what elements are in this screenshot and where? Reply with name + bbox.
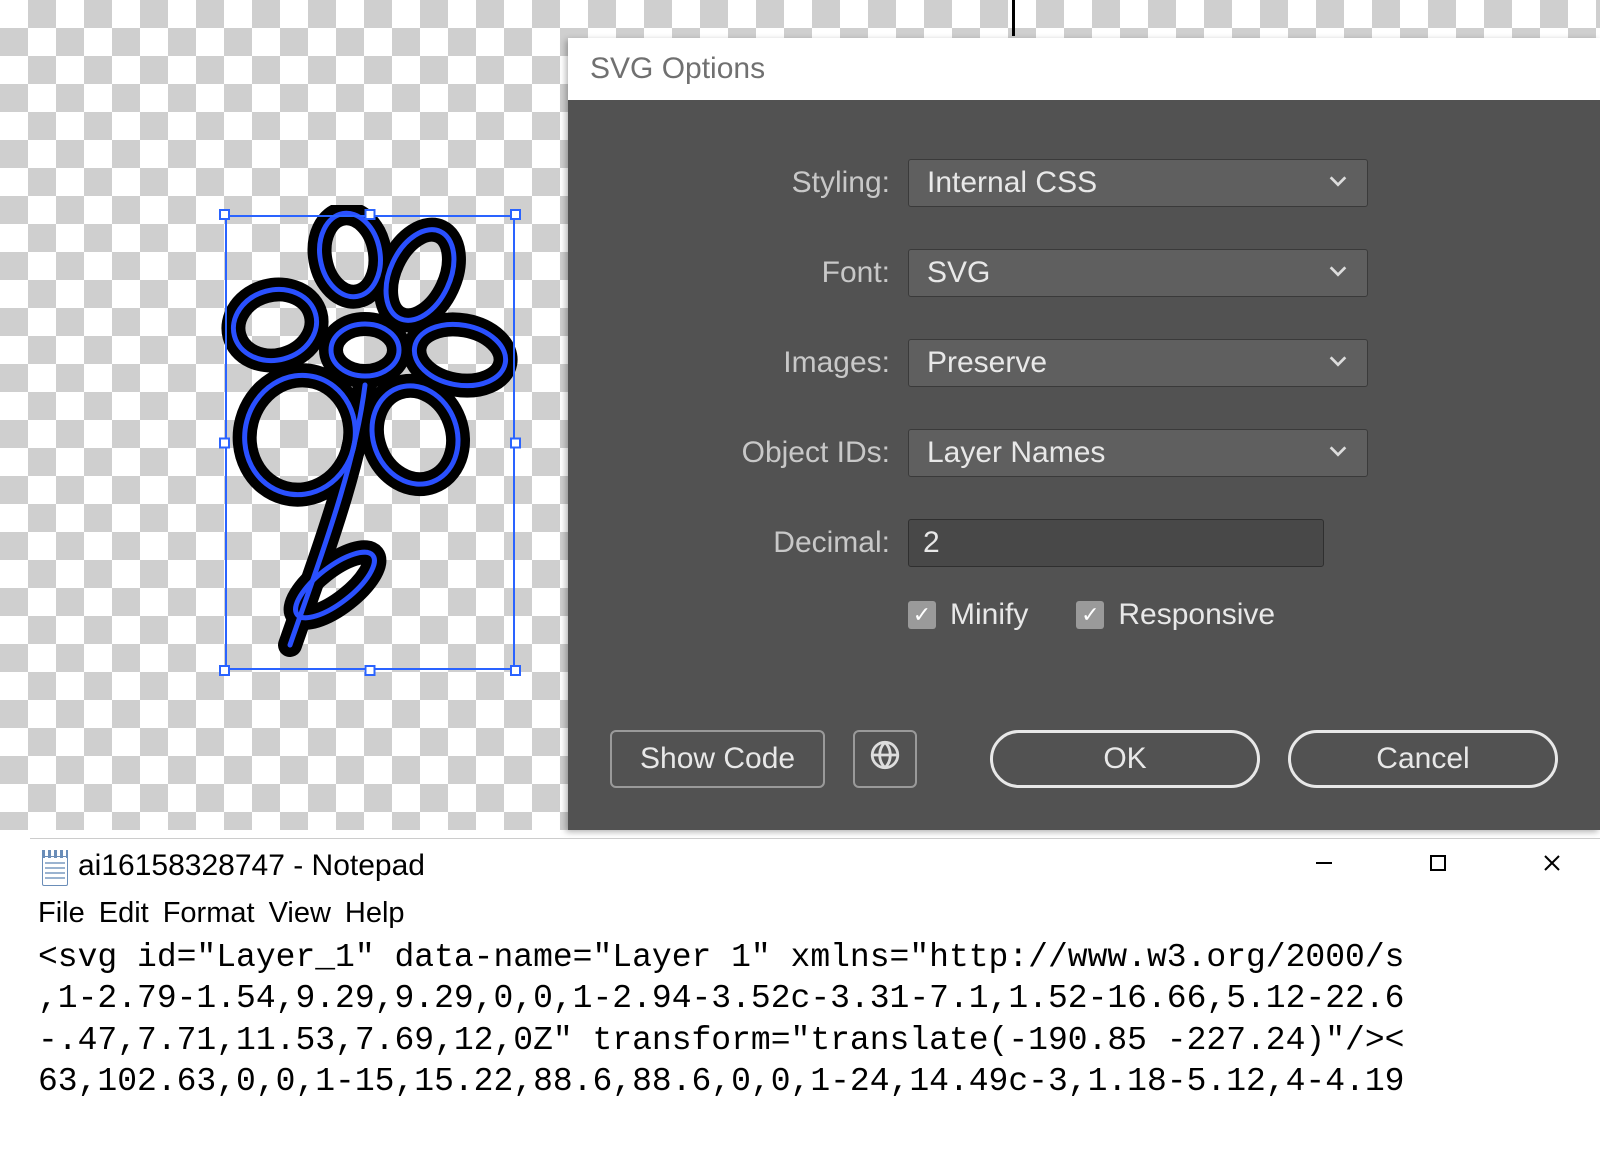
notepad-window: ai16158328747 - Notepad File Edit Format… [30, 838, 1600, 1148]
minify-label: Minify [950, 598, 1028, 632]
notepad-title: ai16158328747 - Notepad [78, 849, 425, 883]
code-line-3: -.47,7.71,11.53,7.69,12,0Z" transform="t… [38, 1022, 1404, 1059]
notepad-text-area[interactable]: <svg id="Layer_1" data-name="Layer 1" xm… [30, 933, 1600, 1106]
dialog-footer: Show Code OK Cancel [568, 730, 1600, 830]
font-label: Font: [568, 256, 908, 290]
object-ids-dropdown[interactable]: Layer Names [908, 429, 1368, 477]
object-ids-value: Layer Names [927, 436, 1105, 470]
images-dropdown[interactable]: Preserve [908, 339, 1368, 387]
checkbox-checked-icon: ✓ [908, 601, 936, 629]
checkbox-checked-icon: ✓ [1076, 601, 1104, 629]
globe-icon [868, 738, 902, 780]
resize-handle-top-left[interactable] [219, 209, 230, 220]
ok-button[interactable]: OK [990, 730, 1260, 788]
styling-value: Internal CSS [927, 166, 1097, 200]
web-preview-button[interactable] [853, 730, 917, 788]
responsive-label: Responsive [1118, 598, 1275, 632]
decimal-input[interactable] [908, 519, 1324, 567]
close-button[interactable] [1540, 853, 1564, 879]
menu-edit[interactable]: Edit [99, 897, 149, 930]
selection-bounding-box [225, 215, 515, 670]
menu-help[interactable]: Help [345, 897, 405, 930]
cancel-button[interactable]: Cancel [1288, 730, 1558, 788]
responsive-checkbox[interactable]: ✓ Responsive [1076, 598, 1275, 632]
images-label: Images: [568, 346, 908, 380]
resize-handle-top-right[interactable] [510, 209, 521, 220]
menu-file[interactable]: File [38, 897, 85, 930]
minimize-button[interactable] [1312, 853, 1336, 879]
code-line-1: <svg id="Layer_1" data-name="Layer 1" xm… [38, 939, 1404, 976]
code-line-2: ,1-2.79-1.54,9.29,9.29,0,0,1-2.94-3.52c-… [38, 980, 1404, 1017]
resize-handle-bottom-left[interactable] [219, 665, 230, 676]
resize-handle-mid-right[interactable] [510, 437, 521, 448]
selected-artwork[interactable] [225, 215, 515, 670]
show-code-button[interactable]: Show Code [610, 730, 825, 788]
dialog-titlebar[interactable]: SVG Options [568, 38, 1600, 100]
svg-options-dialog: SVG Options Styling: Internal CSS Font: … [568, 38, 1600, 830]
menu-format[interactable]: Format [163, 897, 255, 930]
styling-label: Styling: [568, 166, 908, 200]
chevron-down-icon [1327, 166, 1349, 200]
chevron-down-icon [1327, 346, 1349, 380]
dialog-body: Styling: Internal CSS Font: SVG Images: … [568, 100, 1600, 730]
decimal-label: Decimal: [568, 526, 908, 560]
minify-checkbox[interactable]: ✓ Minify [908, 598, 1028, 632]
resize-handle-top-mid[interactable] [365, 209, 376, 220]
chevron-down-icon [1327, 436, 1349, 470]
images-value: Preserve [927, 346, 1047, 380]
notepad-icon [38, 846, 72, 886]
dialog-title: SVG Options [590, 52, 765, 86]
notepad-titlebar[interactable]: ai16158328747 - Notepad [30, 839, 1600, 893]
object-ids-label: Object IDs: [568, 436, 908, 470]
menu-view[interactable]: View [269, 897, 331, 930]
font-value: SVG [927, 256, 990, 290]
code-line-4: 63,102.63,0,0,1-15,15.22,88.6,88.6,0,0,1… [38, 1063, 1404, 1100]
resize-handle-bottom-mid[interactable] [365, 665, 376, 676]
chevron-down-icon [1327, 256, 1349, 290]
guide-line [1012, 0, 1015, 36]
resize-handle-bottom-right[interactable] [510, 665, 521, 676]
font-dropdown[interactable]: SVG [908, 249, 1368, 297]
maximize-button[interactable] [1426, 853, 1450, 879]
resize-handle-mid-left[interactable] [219, 437, 230, 448]
notepad-menubar: File Edit Format View Help [30, 893, 1600, 933]
styling-dropdown[interactable]: Internal CSS [908, 159, 1368, 207]
